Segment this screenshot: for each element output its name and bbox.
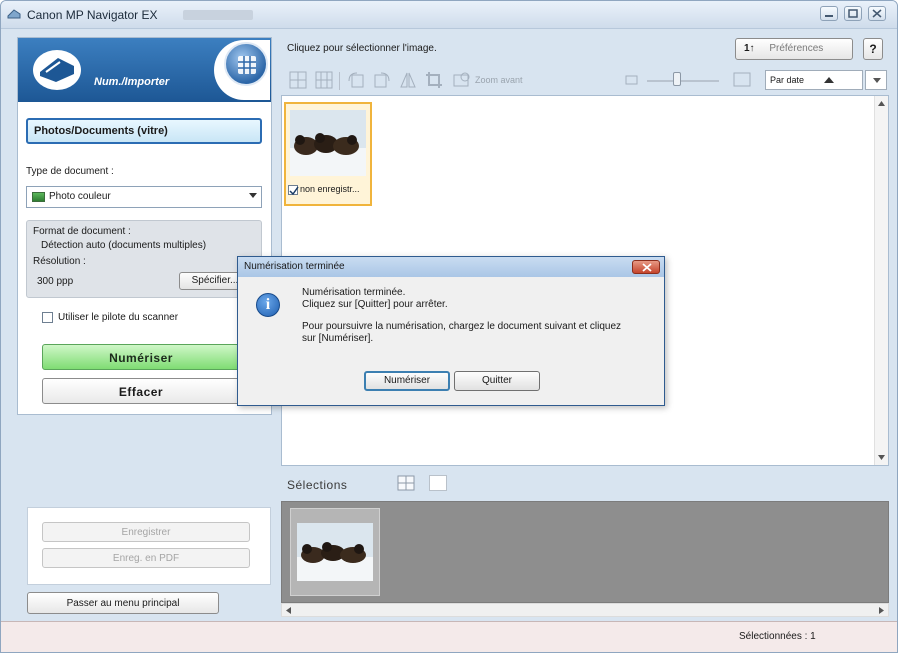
thumbnail-size-slider[interactable] xyxy=(673,72,681,86)
doc-type-select[interactable]: Photo couleur xyxy=(26,186,262,208)
select-all-selections-icon[interactable] xyxy=(397,475,415,491)
thumbnail-caption: non enregistr... xyxy=(288,184,360,195)
scanner-app-icon xyxy=(7,9,21,19)
save-button[interactable]: Enregistrer xyxy=(42,522,250,542)
image-toolbar: Zoom avant Par date xyxy=(281,65,891,95)
blurred-title-part xyxy=(183,10,253,20)
clear-button[interactable]: Effacer xyxy=(42,378,240,404)
thumbnail-size-track xyxy=(647,80,719,82)
scanner-icon xyxy=(33,50,81,90)
scroll-right-icon[interactable] xyxy=(879,607,884,614)
doc-format-value: Détection auto (documents multiples) xyxy=(41,240,207,251)
selections-label: Sélections xyxy=(287,478,348,492)
minimize-button[interactable] xyxy=(820,6,838,21)
scan-complete-dialog: Numérisation terminée i Numérisation ter… xyxy=(237,256,665,406)
status-bar: Sélectionnées : 1 xyxy=(1,621,897,652)
doc-type-value: Photo couleur xyxy=(49,191,111,202)
save-pdf-button[interactable]: Enreg. en PDF xyxy=(42,548,250,568)
close-icon xyxy=(642,263,652,272)
scroll-down-icon[interactable] xyxy=(878,455,885,460)
sort-order-value: Par date xyxy=(770,75,805,85)
dialog-scan-button[interactable]: Numériser xyxy=(364,371,450,391)
info-icon: i xyxy=(256,293,280,317)
preferences-button[interactable]: 1↑ Préférences xyxy=(735,38,853,60)
doc-type-label: Type de document : xyxy=(26,166,114,177)
use-driver-checkbox[interactable] xyxy=(42,312,53,323)
navigation-mode-button[interactable] xyxy=(224,42,268,86)
selected-thumbnail[interactable] xyxy=(290,508,380,596)
thumbnail-item[interactable]: non enregistr... xyxy=(284,102,372,206)
selected-photo-thumbnail xyxy=(297,523,373,581)
sort-ascending-icon xyxy=(824,77,834,83)
select-all-icon[interactable] xyxy=(289,71,307,89)
close-icon xyxy=(872,9,882,18)
chevron-down-icon xyxy=(249,193,257,198)
sort-dropdown-button[interactable] xyxy=(865,70,887,90)
preferences-icon: 1↑ xyxy=(744,43,755,54)
checkmark-icon xyxy=(289,186,299,195)
viewer-scrollbar[interactable] xyxy=(874,96,888,465)
scan-mode-selector[interactable]: Photos/Documents (vitre) xyxy=(26,118,262,144)
dialog-close-button[interactable] xyxy=(632,260,660,274)
selected-count: Sélectionnées : 1 xyxy=(739,631,816,642)
dialog-title-bar: Numérisation terminée xyxy=(238,257,664,277)
app-window: Canon MP Navigator EX Num./Importer Phot… xyxy=(0,0,898,653)
selections-scrollbar[interactable] xyxy=(281,603,889,617)
help-button[interactable]: ? xyxy=(863,38,883,60)
maximize-button[interactable] xyxy=(844,6,862,21)
resolution-label: Résolution : xyxy=(33,256,86,267)
chevron-down-icon xyxy=(873,78,881,83)
minimize-icon xyxy=(825,15,833,17)
scan-panel-title: Num./Importer xyxy=(94,76,170,88)
dialog-title: Numérisation terminée xyxy=(244,261,345,272)
thumbnail-checkbox[interactable] xyxy=(288,184,299,195)
dialog-message-line3: Pour poursuivre la numérisation, chargez… xyxy=(302,321,622,332)
dialog-quit-button[interactable]: Quitter xyxy=(454,371,540,391)
scan-panel-header: Num./Importer xyxy=(18,38,271,102)
rotate-right-icon[interactable] xyxy=(373,71,391,89)
scroll-left-icon[interactable] xyxy=(286,607,291,614)
zoom-in-icon[interactable] xyxy=(453,71,471,89)
flip-icon[interactable] xyxy=(399,71,417,89)
zoom-in-label: Zoom avant xyxy=(475,75,523,85)
use-driver-label: Utiliser le pilote du scanner xyxy=(58,312,179,323)
grid-menu-icon xyxy=(238,56,256,74)
main-menu-button[interactable]: Passer au menu principal xyxy=(27,592,219,614)
preferences-label: Préférences xyxy=(769,43,824,54)
instruction-text: Cliquez pour sélectionner l'image. xyxy=(287,43,437,54)
large-thumbnail-icon[interactable] xyxy=(733,71,751,89)
maximize-icon xyxy=(848,9,858,18)
output-panel: Enregistrer Enreg. en PDF xyxy=(27,507,271,585)
thumbnail-caption-text: non enregistr... xyxy=(300,184,360,194)
scan-button[interactable]: Numériser xyxy=(42,344,240,370)
dialog-message-line2: Cliquez sur [Quitter] pour arrêter. xyxy=(302,299,448,310)
selections-tray[interactable] xyxy=(281,501,889,603)
resolution-value: 300 ppp xyxy=(37,276,74,287)
dialog-message-line4: sur [Numériser]. xyxy=(302,333,374,344)
title-bar: Canon MP Navigator EX xyxy=(1,1,897,29)
window-title: Canon MP Navigator EX xyxy=(27,8,158,22)
deselect-icon[interactable] xyxy=(315,71,333,89)
close-window-button[interactable] xyxy=(868,6,886,21)
crop-icon[interactable] xyxy=(425,71,443,89)
rotate-left-icon[interactable] xyxy=(347,71,365,89)
color-photo-icon xyxy=(32,192,45,202)
scanned-photo-thumbnail xyxy=(290,110,366,176)
scan-panel: Num./Importer Photos/Documents (vitre) T… xyxy=(17,37,272,415)
clear-selections-icon[interactable] xyxy=(429,475,447,491)
doc-format-label: Format de document : xyxy=(33,226,131,237)
scroll-up-icon[interactable] xyxy=(878,101,885,106)
small-thumbnail-icon[interactable] xyxy=(625,73,643,91)
scan-settings-box: Format de document : Détection auto (doc… xyxy=(26,220,262,298)
sort-order-select[interactable]: Par date xyxy=(765,70,863,90)
toolbar-separator xyxy=(339,72,340,90)
dialog-message-line1: Numérisation terminée. xyxy=(302,287,406,298)
